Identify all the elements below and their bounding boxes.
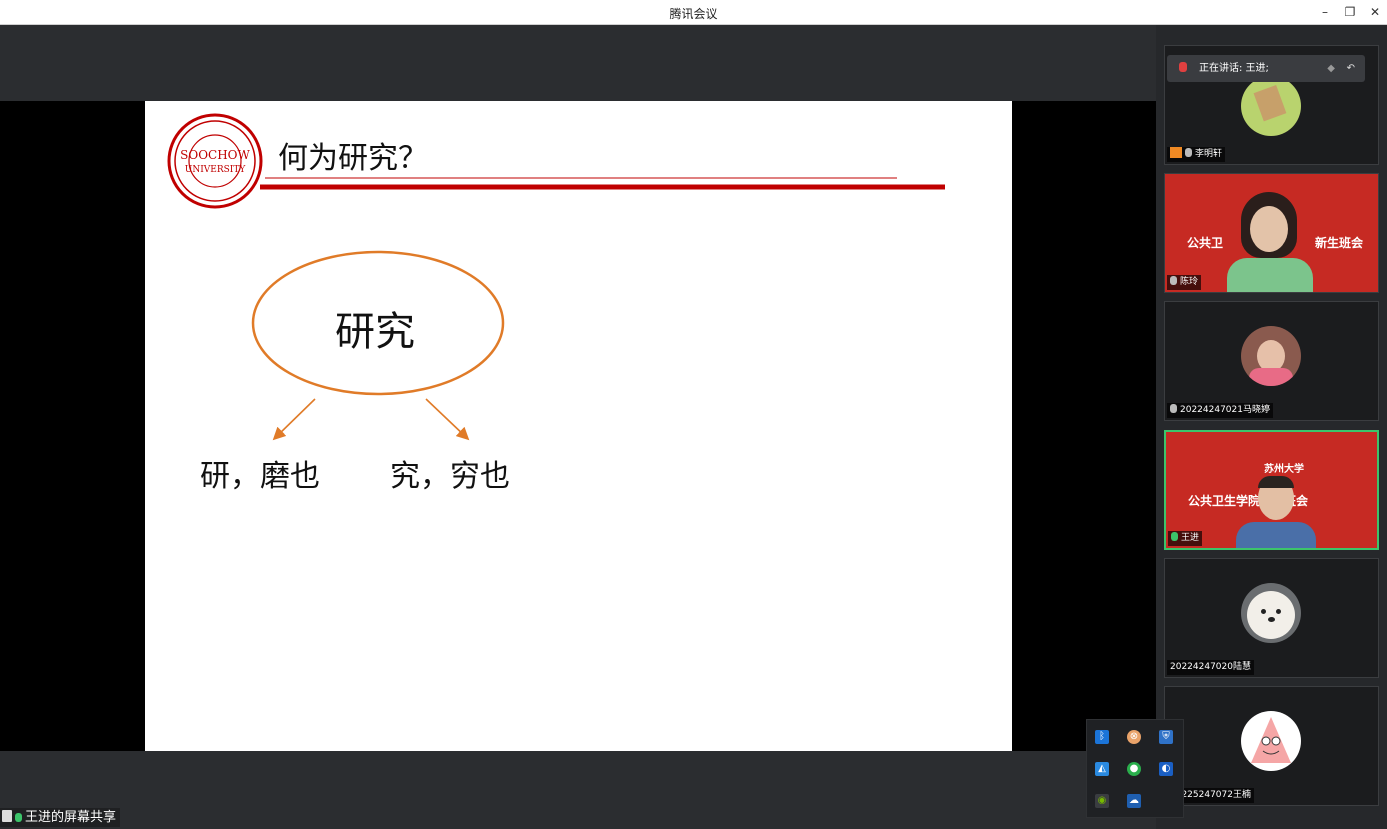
collapse-icon[interactable]: ◆: [1327, 55, 1335, 82]
banner-text-left: 公共卫: [1187, 236, 1224, 250]
mic-icon: [15, 813, 22, 822]
window-title: 腾讯会议: [669, 7, 718, 21]
avatar: [1241, 76, 1301, 136]
nvidia-icon[interactable]: ◉: [1095, 794, 1109, 808]
video-person: [1236, 476, 1316, 548]
participant-name-label: 陈玲: [1167, 275, 1202, 290]
participant-tile[interactable]: 20224247021马晓婷: [1164, 301, 1379, 421]
mic-muted-icon: [1170, 404, 1177, 413]
top-letterbox: [0, 25, 1156, 101]
back-arrow-icon[interactable]: ↶: [1347, 55, 1355, 82]
participant-name-label: 李明轩: [1167, 147, 1226, 162]
participant-video-tile-active[interactable]: 苏州大学 公共卫生学院新生班会 王进: [1164, 430, 1379, 550]
mic-active-icon: [1171, 532, 1178, 541]
share-label-text: 王进的屏幕共享: [25, 810, 117, 825]
right-branch-text: 究，穷也: [390, 459, 510, 494]
svg-text:SOOCHOW: SOOCHOW: [180, 148, 250, 162]
left-branch-text: 研，磨也: [200, 459, 320, 494]
participant-video-tile[interactable]: 公共卫 新生班会 陈玲: [1164, 173, 1379, 293]
bluetooth-icon[interactable]: ᛒ: [1095, 730, 1109, 744]
screen-share-label: 王进的屏幕共享: [0, 808, 121, 827]
avatar: [1241, 583, 1301, 643]
mic-icon: [1179, 62, 1187, 72]
banner-brand: 苏州大学: [1264, 464, 1304, 475]
cloud-icon[interactable]: ☁: [1127, 794, 1141, 808]
speaking-indicator: 正在讲话: 王进; ◆ ↶: [1167, 55, 1365, 82]
slide-canvas: SOOCHOW UNIVERSITY: [167, 113, 945, 441]
svg-text:UNIVERSITY: UNIVERSITY: [185, 165, 247, 175]
blocked-icon[interactable]: ⊗: [1127, 730, 1141, 744]
slide-title: 何为研究？: [278, 141, 428, 176]
bottom-letterbox: [0, 751, 1156, 829]
participant-name-label: 20224247021马晓婷: [1167, 403, 1273, 418]
user-icon: [1170, 147, 1182, 158]
restore-button[interactable]: ❐: [1338, 2, 1362, 22]
minimize-button[interactable]: –: [1313, 2, 1337, 22]
presentation-slide: SOOCHOW UNIVERSITY 何为研究？ 研究 研，磨也 究，穷也: [145, 101, 1012, 751]
mic-muted-icon: [1170, 276, 1177, 285]
left-arrow: [272, 398, 316, 441]
participant-name-label: 王进: [1168, 531, 1203, 546]
participant-tile[interactable]: 20224247020陆慧: [1164, 558, 1379, 678]
right-arrow: [425, 398, 470, 441]
defender-warning-icon[interactable]: ⛨: [1159, 730, 1173, 744]
photos-icon[interactable]: ◭: [1095, 762, 1109, 776]
wechat-icon[interactable]: ●: [1127, 762, 1141, 776]
video-person: [1227, 192, 1313, 292]
shared-screen-area: SOOCHOW UNIVERSITY 何为研究？ 研究 研，磨也 究，穷也: [0, 25, 1156, 829]
avatar: [1241, 711, 1301, 771]
security-icon[interactable]: ◐: [1159, 762, 1173, 776]
participant-sidebar[interactable]: 李明轩 公共卫 新生班会 陈玲 20224247021马晓婷 苏州大学 公共卫生…: [1156, 25, 1387, 829]
close-button[interactable]: ✕: [1363, 2, 1387, 22]
university-seal-logo: SOOCHOW UNIVERSITY: [167, 113, 263, 209]
avatar: [1241, 326, 1301, 386]
screen-icon: [2, 810, 12, 822]
participant-tile[interactable]: 20225247072王楠: [1164, 686, 1379, 806]
mic-muted-icon: [1185, 148, 1192, 157]
title-bar: 腾讯会议 – ❐ ✕: [0, 0, 1387, 25]
center-word: 研究: [335, 309, 415, 355]
speaking-text: 正在讲话: 王进;: [1199, 63, 1269, 74]
system-tray-popup: ᛒ ⊗ ⛨ ◭ ● ◐ ◉ ☁: [1086, 719, 1184, 818]
participant-name-label: 20224247020陆慧: [1167, 660, 1254, 675]
banner-text-right: 新生班会: [1315, 236, 1364, 250]
